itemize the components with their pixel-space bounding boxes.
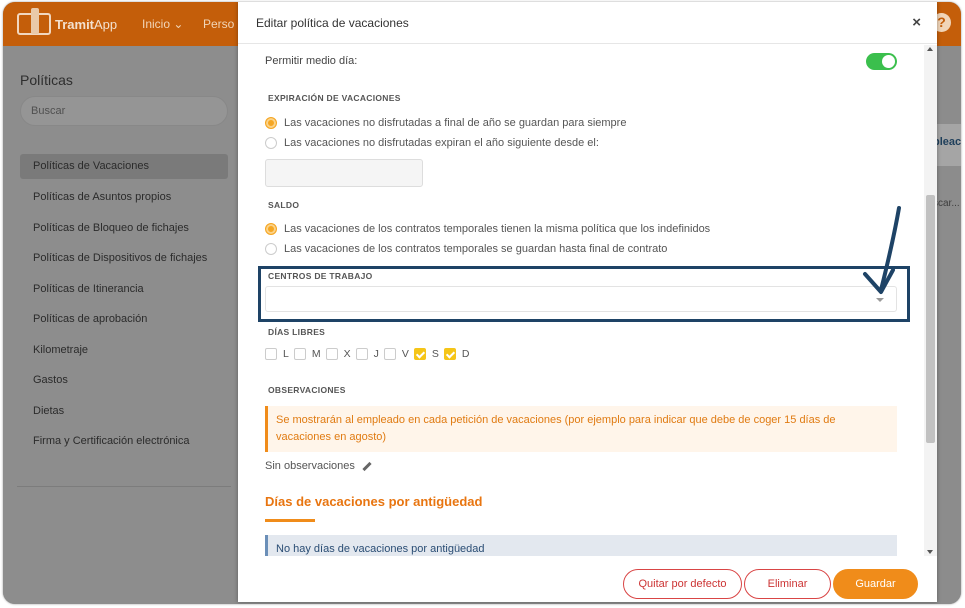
day-checkbox-item[interactable]: S: [413, 348, 439, 360]
sidebar-list: Políticas de Vacaciones Políticas de Asun…: [20, 154, 228, 459]
day-label: S: [431, 348, 439, 360]
day-checkbox-item[interactable]: M: [293, 348, 321, 360]
sidebar-item[interactable]: Políticas de Itinerancia: [20, 276, 228, 307]
heading-underline: [265, 519, 315, 522]
quitar-por-defecto-button[interactable]: Quitar por defecto: [623, 569, 742, 599]
sidebar-divider: [17, 486, 231, 487]
guardar-button[interactable]: Guardar: [833, 569, 918, 599]
day-checkbox-item[interactable]: J: [355, 348, 379, 360]
observaciones-value[interactable]: Sin observaciones: [265, 460, 371, 472]
scroll-down-icon[interactable]: [927, 550, 933, 554]
day-label: M: [311, 348, 321, 360]
saldo-label: SALDO: [268, 200, 300, 210]
logo-text: Tramit: [55, 16, 95, 32]
checkbox-icon[interactable]: [293, 348, 306, 360]
day-label: D: [461, 348, 470, 360]
medio-dia-toggle[interactable]: [866, 53, 897, 70]
observaciones-text: Sin observaciones: [265, 460, 355, 472]
edit-policy-modal: Editar política de vacaciones × Permitir…: [238, 2, 937, 602]
modal-header: Editar política de vacaciones ×: [238, 2, 937, 44]
antiguedad-heading: Días de vacaciones por antigüedad: [265, 494, 483, 509]
eliminar-button[interactable]: Eliminar: [744, 569, 831, 599]
medio-dia-label: Permitir medio día:: [265, 55, 358, 67]
checkbox-icon[interactable]: [325, 348, 338, 360]
checkbox-icon[interactable]: [443, 348, 456, 360]
modal-body: Permitir medio día: EXPIRACIÓN DE VACACI…: [238, 45, 937, 556]
checkbox-icon[interactable]: [413, 348, 426, 360]
sidebar: Políticas Buscar Políticas de Vacaciones…: [3, 46, 235, 604]
sidebar-item[interactable]: Dietas: [20, 398, 228, 429]
day-label: J: [373, 348, 379, 360]
saldo-option-2-label: Las vacaciones de los contratos temporal…: [284, 243, 668, 255]
expiracion-option-1-label: Las vacaciones no disfrutadas a final de…: [284, 117, 627, 129]
saldo-option-1-label: Las vacaciones de los contratos temporal…: [284, 223, 711, 235]
scroll-up-icon[interactable]: [927, 47, 933, 51]
sidebar-item[interactable]: Firma y Certificación electrónica: [20, 428, 228, 459]
day-checkbox-item[interactable]: L: [265, 348, 289, 360]
antiguedad-empty-info: No hay días de vacaciones por antigüedad: [265, 535, 897, 556]
screenshot-frame: TramitApp Inicio ⌄ Perso ? Políticas Bus…: [3, 2, 961, 604]
day-checkbox-item[interactable]: V: [383, 348, 409, 360]
expiracion-option-2[interactable]: Las vacaciones no disfrutadas expiran el…: [265, 137, 599, 149]
scroll-thumb[interactable]: [926, 195, 935, 443]
logo-text-suffix: App: [94, 16, 118, 32]
modal-footer: Quitar por defecto Eliminar Guardar: [238, 557, 937, 602]
observaciones-label: OBSERVACIONES: [268, 385, 346, 395]
radio-icon[interactable]: [265, 223, 277, 235]
sidebar-item[interactable]: Políticas de aprobación: [20, 306, 228, 337]
saldo-option-2[interactable]: Las vacaciones de los contratos temporal…: [265, 243, 667, 255]
checkbox-icon[interactable]: [265, 348, 277, 360]
centros-select[interactable]: [265, 286, 897, 312]
sidebar-item[interactable]: Políticas de Bloqueo de fichajes: [20, 215, 228, 246]
expiracion-label: EXPIRACIÓN DE VACACIONES: [268, 93, 401, 103]
logo-icon: [17, 8, 51, 35]
day-checkbox-item[interactable]: D: [443, 348, 470, 360]
day-label: V: [401, 348, 409, 360]
app-logo[interactable]: TramitApp: [17, 8, 118, 38]
day-label: X: [343, 348, 351, 360]
radio-icon[interactable]: [265, 117, 277, 129]
dias-libres-group: LMXJVSD: [265, 348, 474, 360]
centros-label: CENTROS DE TRABAJO: [268, 271, 373, 281]
radio-icon[interactable]: [265, 137, 277, 149]
annotation-arrow-icon: [863, 206, 901, 294]
sidebar-item[interactable]: Gastos: [20, 367, 228, 398]
background-search: scar...: [933, 198, 960, 209]
day-label: L: [283, 348, 289, 360]
nav-personas[interactable]: Perso: [203, 17, 234, 31]
sidebar-item[interactable]: Políticas de Vacaciones: [20, 154, 228, 179]
modal-title: Editar política de vacaciones: [256, 16, 409, 30]
sidebar-item[interactable]: Políticas de Dispositivos de fichajes: [20, 245, 228, 276]
nav-inicio[interactable]: Inicio ⌄: [142, 17, 183, 31]
expiracion-option-1[interactable]: Las vacaciones no disfrutadas a final de…: [265, 117, 626, 129]
expiracion-option-2-label: Las vacaciones no disfrutadas expiran el…: [284, 137, 599, 149]
sidebar-title: Políticas: [20, 72, 73, 88]
observaciones-info: Se mostrarán al empleado en cada petició…: [265, 406, 897, 452]
day-checkbox-item[interactable]: X: [325, 348, 351, 360]
pencil-icon[interactable]: [361, 461, 371, 471]
saldo-option-1[interactable]: Las vacaciones de los contratos temporal…: [265, 223, 710, 235]
sidebar-item[interactable]: Kilometraje: [20, 337, 228, 368]
sidebar-item[interactable]: Políticas de Asuntos propios: [20, 184, 228, 215]
modal-scrollbar[interactable]: [924, 45, 937, 556]
checkbox-icon[interactable]: [383, 348, 396, 360]
dias-libres-label: DÍAS LIBRES: [268, 327, 326, 337]
checkbox-icon[interactable]: [355, 348, 368, 360]
radio-icon[interactable]: [265, 243, 277, 255]
background-column-header: pleac: [933, 136, 961, 148]
expiracion-date-input[interactable]: [265, 159, 423, 187]
sidebar-search-input[interactable]: Buscar: [20, 96, 228, 126]
close-icon[interactable]: ×: [912, 14, 921, 31]
